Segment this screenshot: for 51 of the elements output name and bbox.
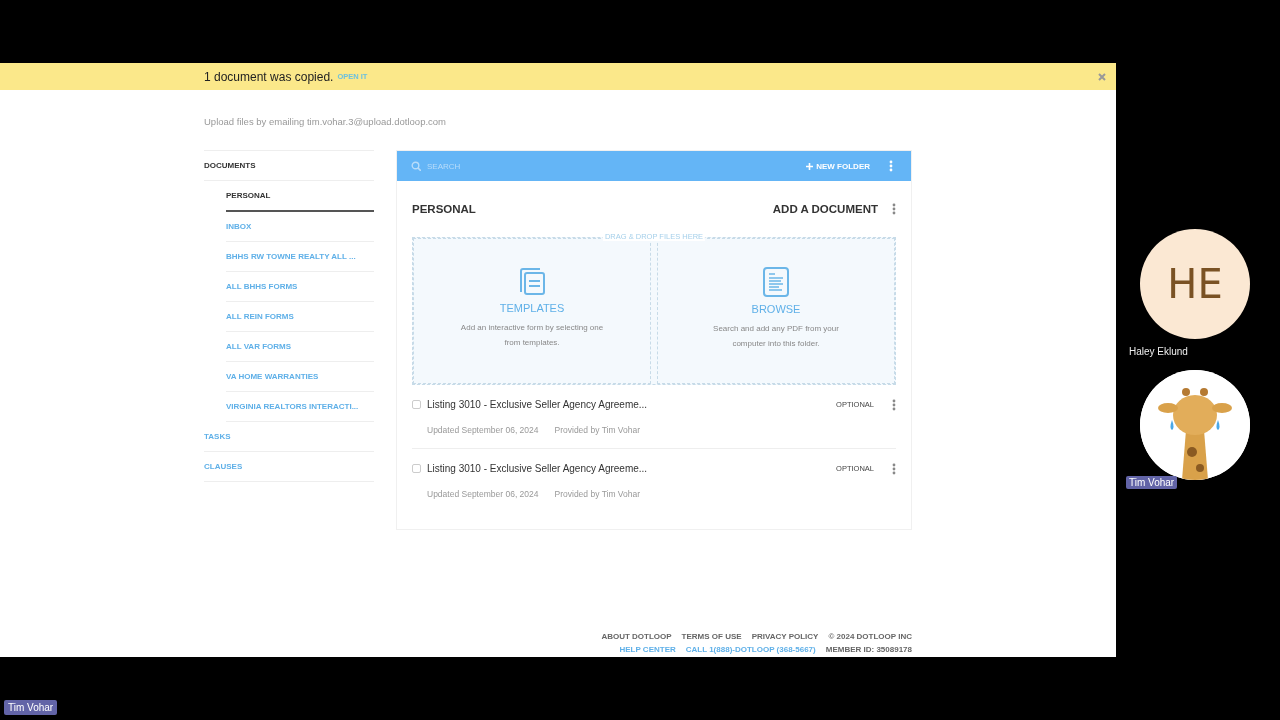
browse-option[interactable]: BROWSE Search and add any PDF from your computer into this folder.: [657, 238, 895, 384]
footer-link[interactable]: CALL 1(888)-DOTLOOP (368-5667): [685, 645, 816, 654]
checkbox[interactable]: [412, 400, 421, 409]
sidebar-item[interactable]: VA HOME WARRANTIES: [226, 362, 374, 392]
participant-name: Haley Eklund: [1128, 345, 1189, 358]
sidebar-item[interactable]: ALL VAR FORMS: [226, 332, 374, 362]
document-name[interactable]: Listing 3010 - Exclusive Seller Agency Agreeme...: [427, 463, 648, 474]
sidebar-item[interactable]: CLAUSES: [204, 452, 374, 482]
footer-link[interactable]: HELP CENTER: [619, 645, 676, 654]
close-icon[interactable]: [1098, 72, 1106, 81]
option-title: BROWSE: [751, 303, 801, 315]
footer-link[interactable]: TERMS OF USE: [681, 632, 742, 641]
sidebar-item[interactable]: INBOX: [226, 212, 374, 242]
more-menu-icon[interactable]: [892, 462, 896, 475]
document-name[interactable]: Listing 3010 - Exclusive Seller Agency Agreeme...: [427, 399, 648, 410]
more-menu-icon[interactable]: [889, 160, 893, 172]
option-description: Add an interactive form by selecting one from templates.: [459, 322, 605, 349]
initials-avatar: HE: [1140, 229, 1250, 339]
search-field[interactable]: SEARCH: [425, 160, 599, 172]
more-menu-icon[interactable]: [892, 398, 896, 411]
self-name-label: Tim Vohar: [4, 700, 58, 715]
provider-text: Provided by Tim Vohar: [554, 488, 641, 499]
new-folder-button[interactable]: NEW FOLDER: [806, 161, 870, 171]
sidebar-item[interactable]: BHHS RW TOWNE REALTY ALL ...: [226, 242, 374, 272]
participant-name: Tim Vohar: [1126, 476, 1178, 489]
updated-date: Updated September 06, 2024: [427, 424, 539, 435]
sidebar-item[interactable]: DOCUMENTS: [204, 151, 374, 181]
sidebar-item[interactable]: ALL BHHS FORMS: [226, 272, 374, 302]
option-description: Search and add any PDF from your computer into this folder.: [712, 323, 840, 350]
more-menu-icon[interactable]: [892, 203, 896, 215]
templates-option[interactable]: TEMPLATES Add an interactive form by selecting one from templates.: [413, 238, 651, 384]
upload-hint: Upload files by emailing tim.vohar.3@upload.dotloop.com: [204, 116, 447, 127]
sidebar-item[interactable]: PERSONAL: [226, 181, 374, 212]
checkbox[interactable]: [412, 464, 421, 473]
add-document-button[interactable]: ADD A DOCUMENT: [772, 203, 878, 215]
stacked-pages-icon: [518, 267, 546, 296]
search-icon: [411, 161, 421, 171]
option-title: TEMPLATES: [499, 302, 565, 314]
footer-link[interactable]: PRIVACY POLICY: [751, 632, 819, 641]
sidebar-item[interactable]: ALL REIN FORMS: [226, 302, 374, 332]
updated-date: Updated September 06, 2024: [427, 488, 539, 499]
notification-message: 1 document was copied.: [204, 69, 334, 84]
plus-icon: [806, 162, 814, 170]
footer-text: © 2024 DOTLOOP INC: [828, 632, 912, 641]
footer-text: MEMBER ID: 35089178: [825, 645, 912, 654]
folder-title: PERSONAL: [412, 203, 476, 215]
sidebar-item[interactable]: TASKS: [204, 422, 374, 452]
footer-link[interactable]: ABOUT DOTLOOP: [601, 632, 672, 641]
document-icon: [763, 267, 789, 297]
provider-text: Provided by Tim Vohar: [554, 424, 641, 435]
sidebar-item[interactable]: VIRGINIA REALTORS INTERACTI...: [226, 392, 374, 422]
